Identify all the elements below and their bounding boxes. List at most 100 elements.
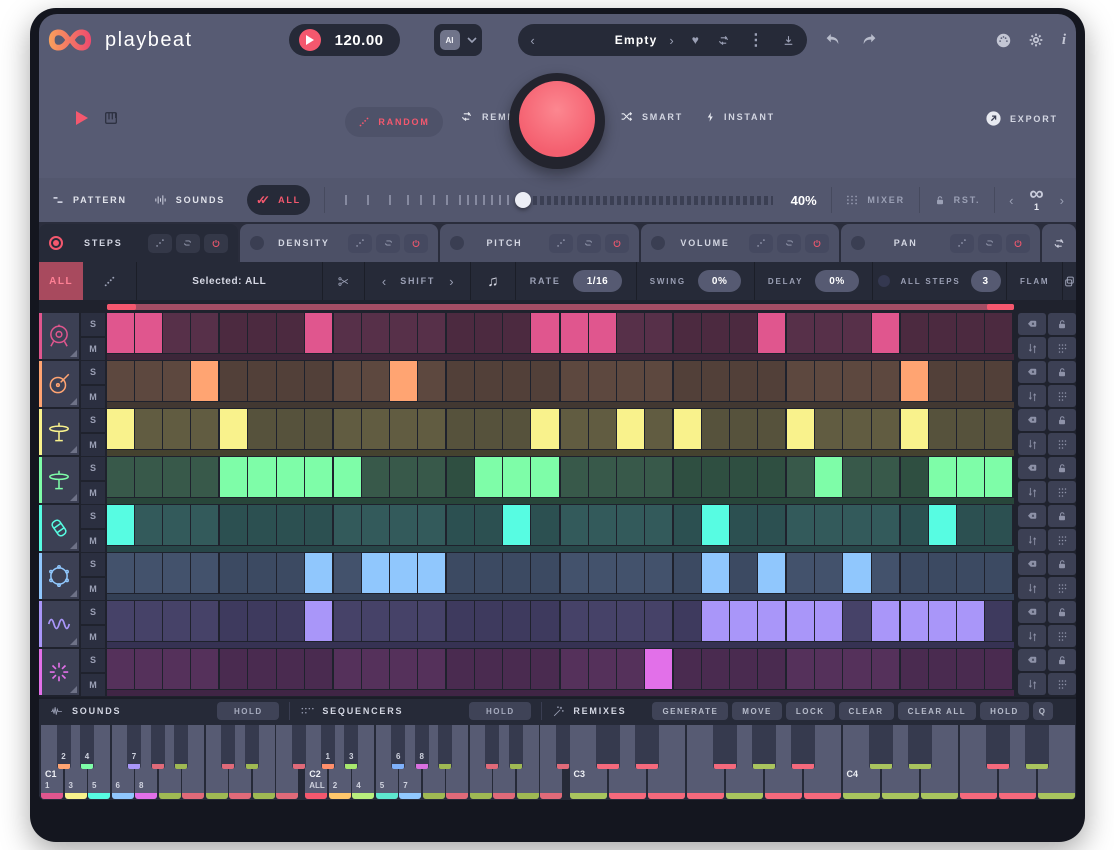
step-cell[interactable] — [503, 505, 530, 545]
black-key[interactable] — [596, 725, 620, 769]
black-key[interactable] — [221, 725, 235, 769]
track-fader-button[interactable] — [1018, 433, 1046, 455]
track-drag-handle[interactable] — [1048, 385, 1076, 407]
step-cell[interactable] — [985, 313, 1012, 353]
black-key[interactable]: 2 — [57, 725, 71, 769]
step-cell[interactable] — [107, 457, 134, 497]
step-cell[interactable] — [418, 649, 445, 689]
step-cell[interactable] — [503, 457, 530, 497]
rate-value[interactable]: 1/16 — [573, 270, 622, 292]
track-shaker-button[interactable] — [39, 505, 79, 551]
step-cell[interactable] — [475, 361, 502, 401]
step-cell[interactable] — [418, 457, 445, 497]
all-tracks-toggle[interactable]: ✓✓ ALL — [247, 185, 310, 215]
all-steps-value[interactable]: 3 — [971, 270, 1001, 292]
mute-button[interactable]: M — [81, 626, 105, 649]
step-cell[interactable] — [645, 361, 672, 401]
black-key[interactable]: 3 — [344, 725, 358, 769]
step-cell[interactable] — [617, 361, 644, 401]
step-cell[interactable] — [985, 649, 1012, 689]
step-cell[interactable] — [787, 505, 814, 545]
step-cell[interactable] — [674, 601, 701, 641]
step-cell[interactable] — [163, 361, 190, 401]
step-cell[interactable] — [702, 649, 729, 689]
black-key[interactable] — [869, 725, 893, 769]
lock-track-button[interactable] — [1048, 361, 1076, 383]
step-cell[interactable] — [220, 313, 247, 353]
step-cell[interactable] — [787, 601, 814, 641]
tab-steps[interactable]: STEPS — [39, 224, 238, 262]
tab-pan[interactable]: PAN — [841, 224, 1040, 262]
loop-icon[interactable] — [577, 234, 601, 253]
tempo-play-icon[interactable] — [299, 29, 321, 51]
track-kick-drum-button[interactable] — [39, 313, 79, 359]
step-cell[interactable] — [503, 409, 530, 449]
black-key[interactable]: 1 — [321, 725, 335, 769]
dice-icon[interactable] — [148, 234, 172, 253]
track-fader-button[interactable] — [1018, 385, 1046, 407]
mute-button[interactable]: M — [81, 530, 105, 553]
lock-icon[interactable] — [934, 194, 946, 207]
select-all-button[interactable]: ALL — [39, 262, 83, 300]
step-cell[interactable] — [901, 601, 928, 641]
lock-track-button[interactable] — [1048, 649, 1076, 671]
step-cell[interactable] — [362, 313, 389, 353]
step-cell[interactable] — [787, 457, 814, 497]
gear-icon[interactable] — [1028, 32, 1044, 48]
step-cell[interactable] — [248, 505, 275, 545]
solo-button[interactable]: S — [81, 409, 105, 432]
step-cell[interactable] — [929, 361, 956, 401]
step-cell[interactable] — [730, 649, 757, 689]
track-drag-handle[interactable] — [1048, 337, 1076, 359]
black-key[interactable] — [556, 725, 570, 769]
download-icon[interactable] — [782, 34, 795, 47]
step-cell[interactable] — [191, 361, 218, 401]
step-cell[interactable] — [305, 505, 332, 545]
step-cell[interactable] — [843, 409, 870, 449]
step-cell[interactable] — [561, 649, 588, 689]
step-cell[interactable] — [589, 457, 616, 497]
track-fader-button[interactable] — [1018, 625, 1046, 647]
step-cell[interactable] — [248, 457, 275, 497]
black-key[interactable] — [635, 725, 659, 769]
step-cell[interactable] — [758, 601, 785, 641]
lock-track-button[interactable] — [1048, 457, 1076, 479]
step-cell[interactable] — [901, 505, 928, 545]
step-cell[interactable] — [674, 457, 701, 497]
step-cell[interactable] — [929, 409, 956, 449]
clear-track-button[interactable] — [1018, 553, 1046, 575]
track-expand-handle[interactable] — [70, 398, 77, 405]
step-cell[interactable] — [815, 457, 842, 497]
solo-button[interactable]: S — [81, 553, 105, 576]
shift-left-button[interactable]: ‹ — [382, 274, 386, 289]
step-cell[interactable] — [929, 457, 956, 497]
step-cell[interactable] — [163, 409, 190, 449]
slider-knob[interactable] — [515, 192, 531, 208]
step-cell[interactable] — [531, 601, 558, 641]
step-cell[interactable] — [985, 601, 1012, 641]
step-cell[interactable] — [561, 601, 588, 641]
step-cell[interactable] — [390, 649, 417, 689]
step-cell[interactable] — [107, 649, 134, 689]
step-cell[interactable] — [758, 505, 785, 545]
step-cell[interactable] — [362, 457, 389, 497]
step-cell[interactable] — [843, 553, 870, 593]
step-cell[interactable] — [334, 553, 361, 593]
step-cell[interactable] — [135, 313, 162, 353]
infinity-icon[interactable]: ∞ — [1029, 188, 1043, 200]
step-cell[interactable] — [135, 601, 162, 641]
copy-pattern-button[interactable] — [1063, 262, 1076, 300]
clear-track-button[interactable] — [1018, 505, 1046, 527]
step-cell[interactable] — [872, 505, 899, 545]
step-cell[interactable] — [135, 553, 162, 593]
step-cell[interactable] — [503, 313, 530, 353]
step-cell[interactable] — [191, 409, 218, 449]
step-cell[interactable] — [815, 361, 842, 401]
step-cell[interactable] — [674, 409, 701, 449]
track-drag-handle[interactable] — [1048, 433, 1076, 455]
step-cell[interactable] — [843, 313, 870, 353]
step-cell[interactable] — [334, 505, 361, 545]
step-cell[interactable] — [787, 649, 814, 689]
step-cell[interactable] — [872, 649, 899, 689]
bpm-value[interactable]: 120.00 — [335, 32, 384, 49]
